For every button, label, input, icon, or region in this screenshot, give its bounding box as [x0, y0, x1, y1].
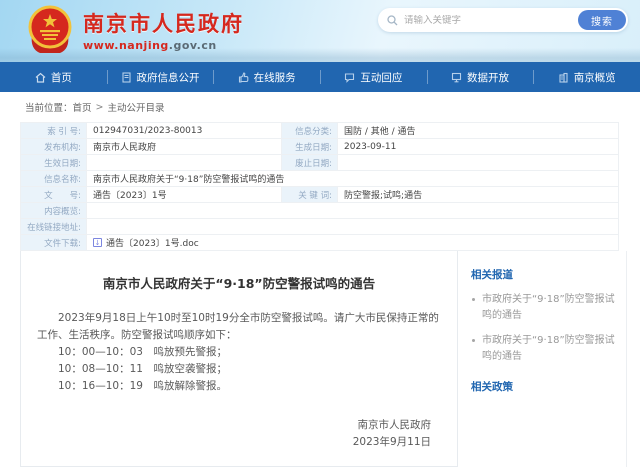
- repeal-date-label: 废止日期:: [282, 155, 338, 171]
- index-number-value: 012947031/2023-80013: [87, 123, 282, 139]
- table-row: 文件下载: ↓ 通告〔2023〕1号.doc: [21, 235, 619, 251]
- siren-schedule-line: 10：00—10：03 鸣放预先警报；: [37, 344, 441, 361]
- category-value: 国防 / 其他 / 通告: [338, 123, 619, 139]
- related-reports-title: 相关报道: [471, 267, 616, 282]
- home-icon: [35, 72, 46, 83]
- siren-schedule-line: 10：16—10：19 鸣放解除警报。: [37, 378, 441, 395]
- site-header: 南京市人民政府 www.nanjing.gov.cn 搜索: [0, 0, 640, 62]
- file-download-name: 通告〔2023〕1号.doc: [106, 236, 199, 249]
- breadcrumb-separator: >: [96, 102, 104, 113]
- signature-date: 2023年9月11日: [37, 434, 431, 451]
- site-url: www.nanjing.gov.cn: [83, 39, 244, 52]
- breadcrumb: 当前位置： 首页 > 主动公开目录: [0, 92, 640, 122]
- search-button[interactable]: 搜索: [578, 10, 626, 30]
- related-policies-title: 相关政策: [471, 379, 616, 394]
- site-logo[interactable]: 南京市人民政府 www.nanjing.gov.cn: [26, 5, 244, 57]
- keywords-label: 关 键 词:: [282, 187, 338, 203]
- sidebar: 相关报道 市政府关于“9·18”防空警报试鸣的通告 市政府关于“9·18”防空警…: [458, 251, 627, 467]
- info-name-label: 信息名称:: [21, 171, 87, 187]
- summary-value: [87, 203, 619, 219]
- building-icon: [558, 72, 569, 83]
- table-row: 索 引 号: 012947031/2023-80013 信息分类: 国防 / 其…: [21, 123, 619, 139]
- nav-item-open-data[interactable]: 数据开放: [427, 62, 534, 92]
- table-row: 信息名称: 南京市人民政府关于“9·18”防空警报试鸣的通告: [21, 171, 619, 187]
- related-report-item[interactable]: 市政府关于“9·18”防空警报试鸣的通告: [471, 292, 616, 324]
- effective-date-value: [87, 155, 282, 171]
- nav-item-interaction[interactable]: 互动回应: [320, 62, 427, 92]
- article-title: 南京市人民政府关于“9·18”防空警报试鸣的通告: [37, 273, 441, 292]
- search-box: 搜索: [378, 8, 628, 32]
- table-row: 发布机构: 南京市人民政府 生成日期: 2023-09-11: [21, 139, 619, 155]
- search-icon: [387, 15, 398, 26]
- site-name: 南京市人民政府: [83, 11, 244, 37]
- table-row: 生效日期: 废止日期:: [21, 155, 619, 171]
- category-label: 信息分类:: [282, 123, 338, 139]
- article-panel: 南京市人民政府关于“9·18”防空警报试鸣的通告 2023年9月18日上午10时…: [20, 251, 458, 467]
- file-download-link[interactable]: ↓ 通告〔2023〕1号.doc: [93, 236, 199, 249]
- breadcrumb-current-link[interactable]: 主动公开目录: [108, 100, 165, 114]
- doc-number-value: 通告〔2023〕1号: [87, 187, 282, 203]
- table-row: 文 号: 通告〔2023〕1号 关 键 词: 防空警报;试鸣;通告: [21, 187, 619, 203]
- created-date-value: 2023-09-11: [338, 139, 619, 155]
- index-number-label: 索 引 号:: [21, 123, 87, 139]
- siren-schedule-line: 10：08—10：11 鸣放空袭警报；: [37, 361, 441, 378]
- signature-org: 南京市人民政府: [37, 417, 431, 434]
- publisher-value: 南京市人民政府: [87, 139, 282, 155]
- summary-label: 内容概览:: [21, 203, 87, 219]
- online-link-value: [87, 219, 619, 235]
- effective-date-label: 生效日期:: [21, 155, 87, 171]
- document-meta-table: 索 引 号: 012947031/2023-80013 信息分类: 国防 / 其…: [20, 122, 619, 251]
- national-emblem-icon: [26, 5, 74, 57]
- monitor-icon: [451, 72, 462, 83]
- breadcrumb-prefix: 当前位置：: [25, 100, 73, 114]
- article-signature: 南京市人民政府 2023年9月11日: [37, 417, 441, 451]
- doc-number-label: 文 号:: [21, 187, 87, 203]
- thumbs-up-icon: [238, 72, 249, 83]
- document-icon: [121, 72, 132, 83]
- nav-item-gov-info[interactable]: 政府信息公开: [107, 62, 214, 92]
- created-date-label: 生成日期:: [282, 139, 338, 155]
- download-icon: ↓: [93, 238, 102, 247]
- breadcrumb-home-link[interactable]: 首页: [73, 100, 92, 114]
- online-link-label: 在线链接地址:: [21, 219, 87, 235]
- nav-item-online-services[interactable]: 在线服务: [213, 62, 320, 92]
- related-reports-list: 市政府关于“9·18”防空警报试鸣的通告 市政府关于“9·18”防空警报试鸣的通…: [471, 292, 616, 365]
- keywords-value: 防空警报;试鸣;通告: [338, 187, 619, 203]
- repeal-date-value: [338, 155, 619, 171]
- related-report-item[interactable]: 市政府关于“9·18”防空警报试鸣的通告: [471, 333, 616, 365]
- file-download-label: 文件下载:: [21, 235, 87, 251]
- article-paragraph: 2023年9月18日上午10时至10时19分全市防空警报试鸣。请广大市民保持正常…: [37, 310, 441, 344]
- nav-item-home[interactable]: 首页: [0, 62, 107, 92]
- table-row: 内容概览:: [21, 203, 619, 219]
- table-row: 在线链接地址:: [21, 219, 619, 235]
- publisher-label: 发布机构:: [21, 139, 87, 155]
- main-nav: 首页 政府信息公开 在线服务 互动回应 数据开放 南京概览: [0, 62, 640, 92]
- chat-bubble-icon: [344, 72, 355, 83]
- nav-item-nanjing-overview[interactable]: 南京概览: [533, 62, 640, 92]
- info-name-value: 南京市人民政府关于“9·18”防空警报试鸣的通告: [87, 171, 619, 187]
